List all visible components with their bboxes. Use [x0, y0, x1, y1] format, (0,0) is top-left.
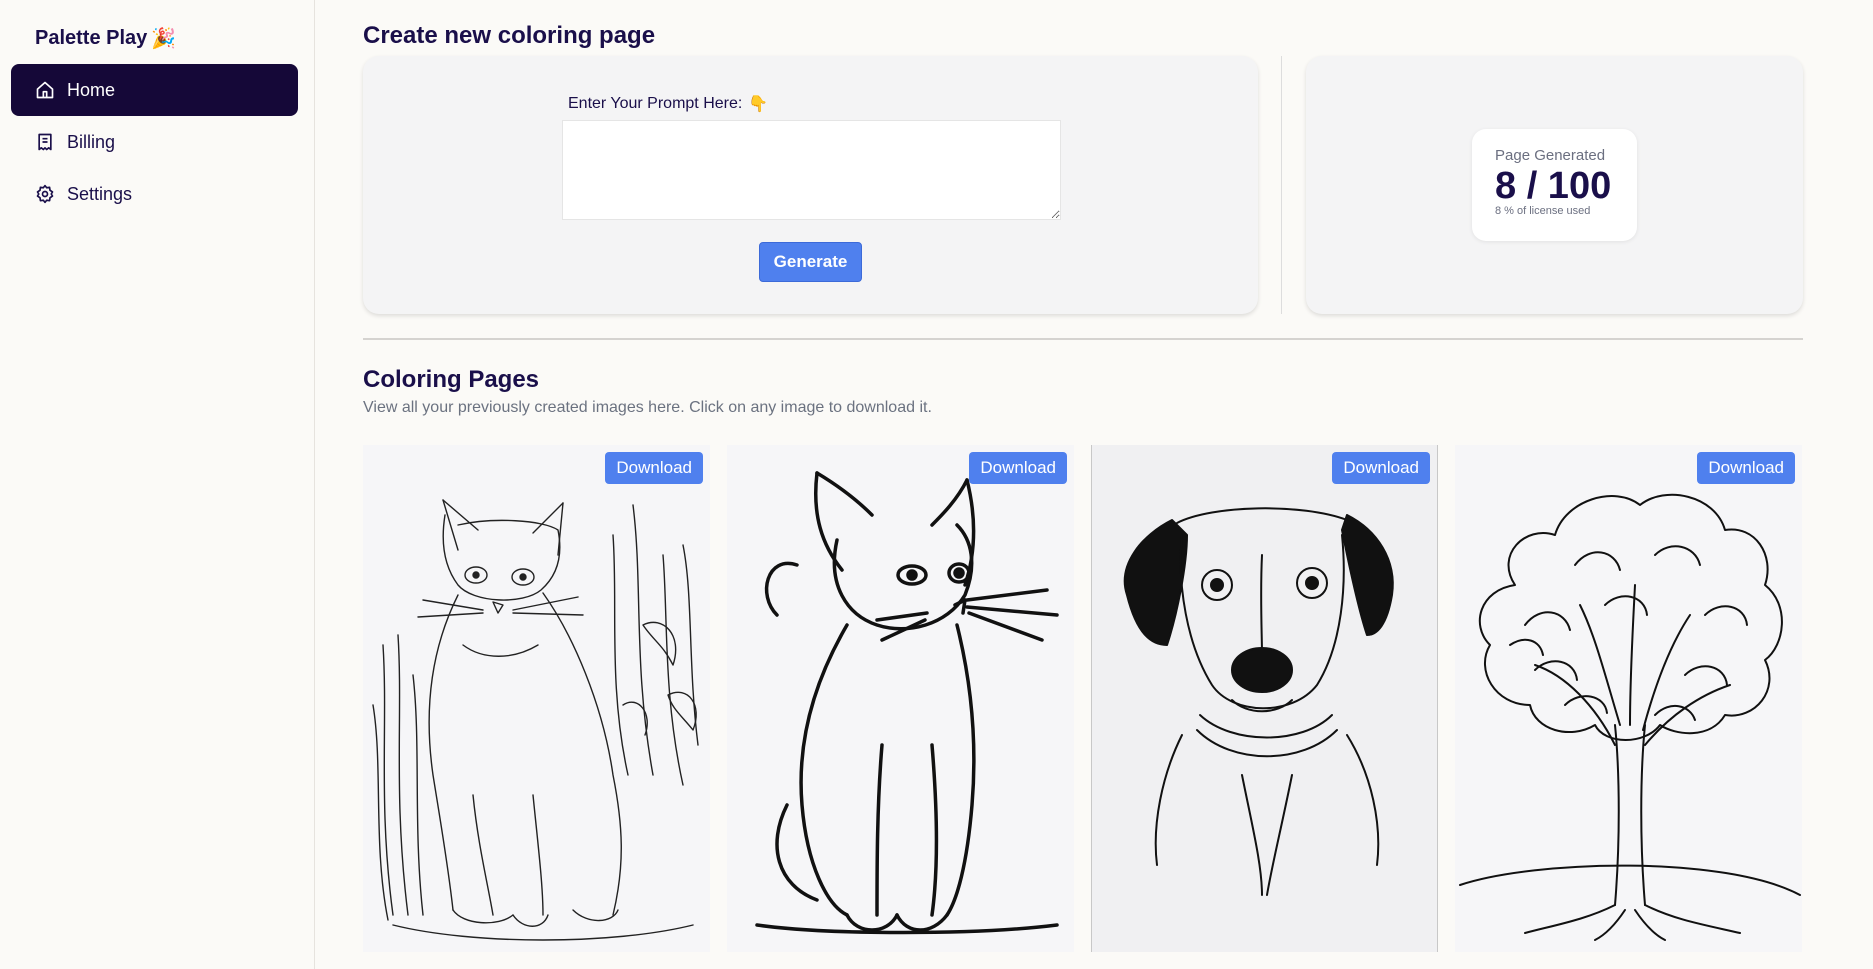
download-button[interactable]: Download — [1697, 452, 1795, 484]
brand-name: Palette Play — [35, 27, 148, 49]
stat-label: Page Generated — [1495, 147, 1606, 164]
vertical-divider — [1281, 56, 1282, 314]
download-button[interactable]: Download — [605, 452, 703, 484]
sidebar-item-billing[interactable]: Billing — [11, 116, 298, 168]
gallery-description: View all your previously created images … — [363, 399, 932, 416]
sidebar-item-label: Home — [67, 79, 116, 100]
brand[interactable]: Palette Play 🎉 — [35, 26, 176, 51]
download-button[interactable]: Download — [1332, 452, 1430, 484]
prompt-label: Enter Your Prompt Here: 👇 — [568, 94, 768, 114]
coloring-page-card[interactable]: Download — [363, 445, 710, 952]
gallery-title: Coloring Pages — [363, 366, 540, 393]
stat-subtext: 8 % of license used — [1495, 205, 1591, 217]
receipt-icon — [38, 133, 52, 151]
dog-drawing-image — [1123, 507, 1394, 896]
stat-card: Page Generated 8 / 100 8 % of license us… — [1472, 129, 1637, 241]
download-button[interactable]: Download — [969, 452, 1067, 484]
prompt-input[interactable] — [562, 120, 1061, 220]
sidebar-item-label: Billing — [67, 131, 116, 152]
stat-value: 8 / 100 — [1495, 165, 1612, 207]
coloring-page-card[interactable]: Download — [727, 445, 1074, 952]
cat-drawing-image — [372, 499, 699, 941]
sidebar: Palette Play 🎉 Home Billing Settings — [0, 0, 315, 969]
cat-drawing-image — [755, 471, 1059, 935]
coloring-page-card[interactable]: Download — [1455, 445, 1802, 952]
page-title: Create new coloring page — [363, 22, 656, 49]
gear-icon — [36, 184, 54, 204]
tree-drawing-image — [1459, 493, 1801, 941]
generate-button[interactable]: Generate — [759, 242, 862, 282]
party-emoji-icon: 🎉 — [151, 28, 177, 50]
sidebar-item-label: Settings — [67, 183, 133, 204]
sidebar-item-home[interactable]: Home — [11, 64, 298, 116]
prompt-label-text: Enter Your Prompt Here: — [568, 95, 743, 112]
home-icon — [36, 81, 54, 99]
coloring-page-card[interactable]: Download — [1091, 445, 1438, 952]
pointing-down-icon: 👇 — [748, 96, 769, 113]
sidebar-item-settings[interactable]: Settings — [11, 168, 298, 220]
horizontal-divider — [363, 338, 1803, 340]
